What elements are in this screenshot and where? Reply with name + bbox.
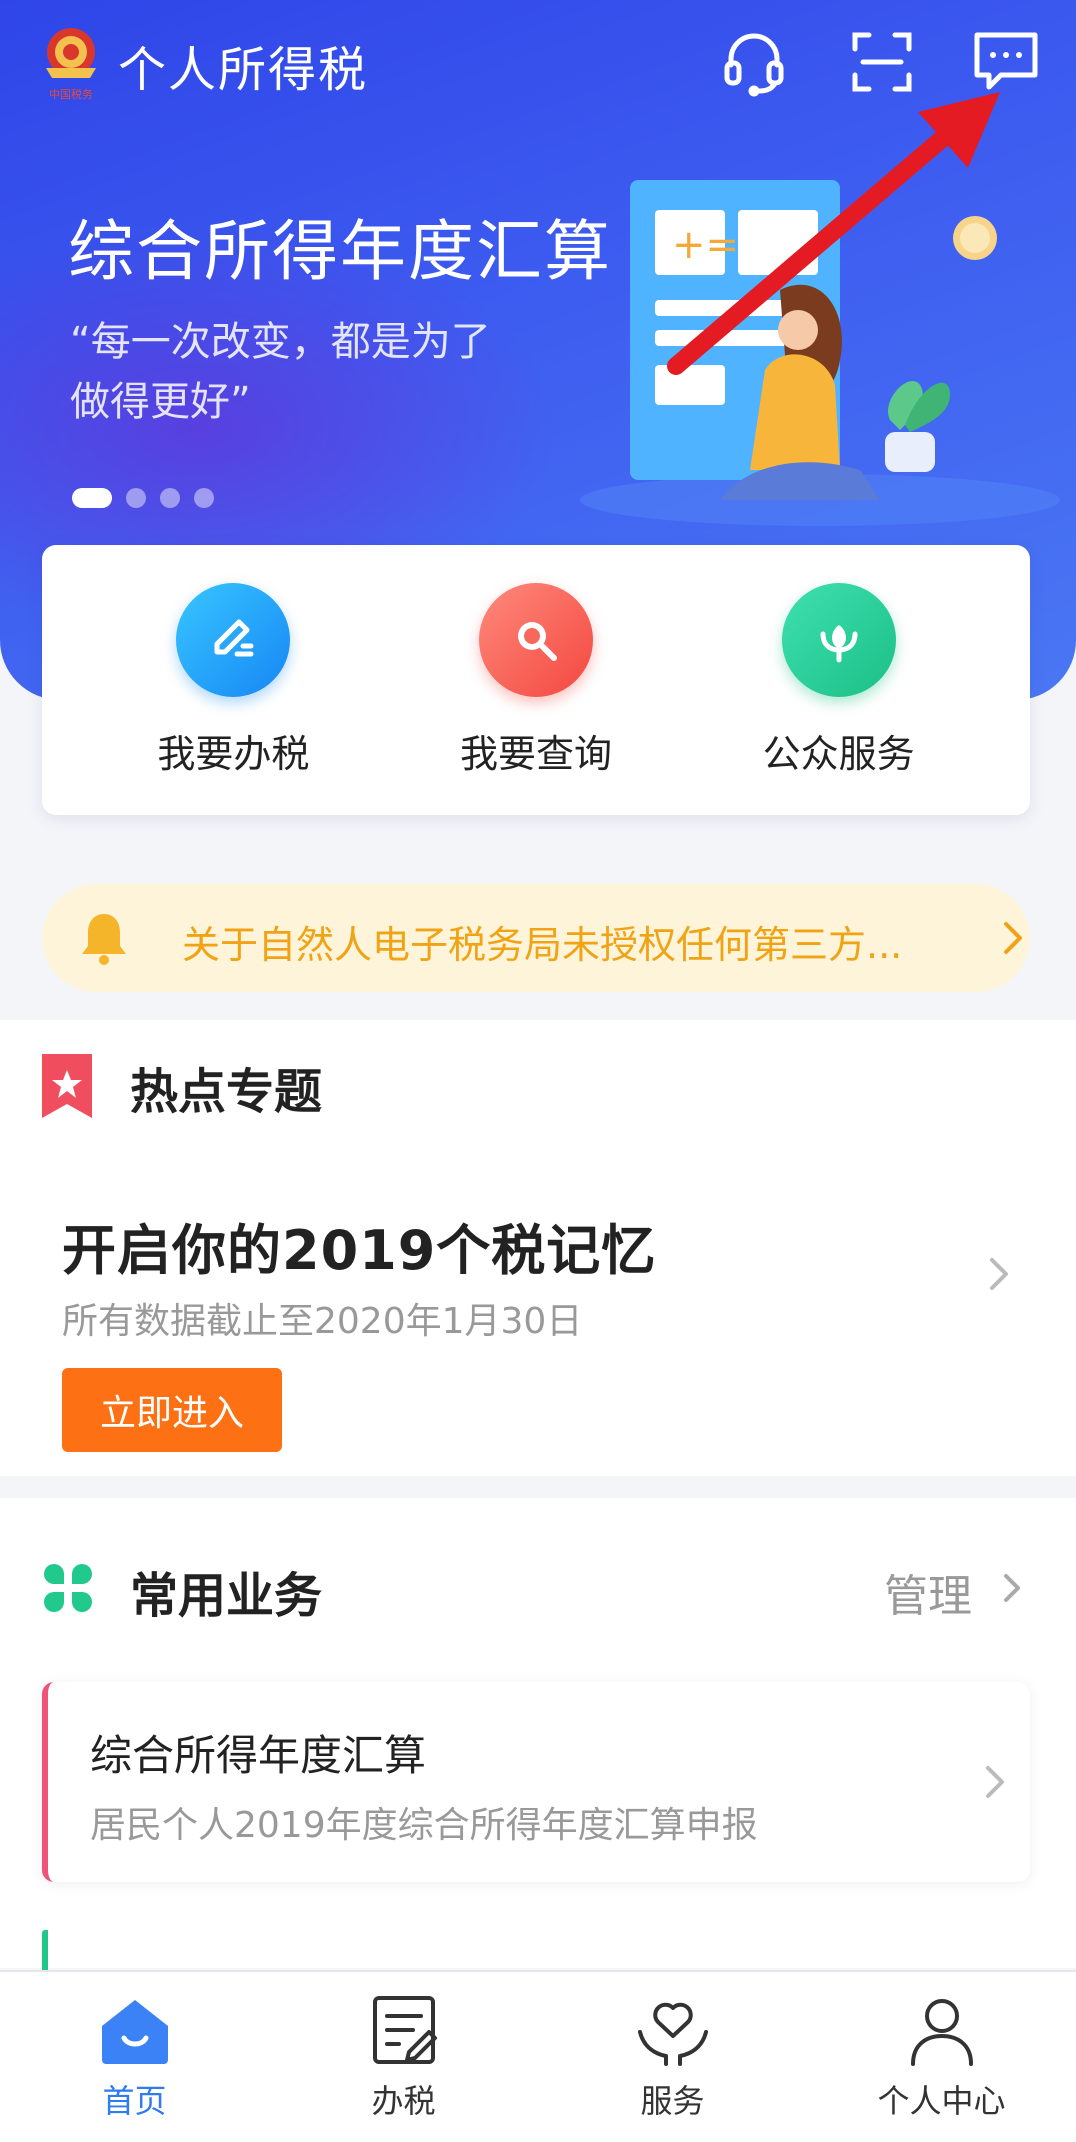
bottom-tab-bar: 首页 办税 服务 个人中心 — [0, 1970, 1076, 2142]
quick-action-query[interactable]: 我要查询 — [406, 582, 666, 778]
flower-icon — [781, 582, 896, 697]
chevron-right-icon — [986, 1766, 1004, 1798]
person-icon — [910, 1999, 973, 2066]
clover-grid-icon — [44, 1564, 92, 1612]
pencil-icon — [176, 582, 291, 697]
banner-title: 综合所得年度汇算 — [68, 213, 612, 290]
tax-form-icon — [372, 1996, 437, 2064]
app-title: 个人所得税 — [118, 42, 369, 98]
message-icon[interactable] — [968, 24, 1044, 100]
quick-action-do-tax[interactable]: 我要办税 — [103, 582, 363, 778]
carousel-dot[interactable] — [194, 488, 214, 508]
tab-personal-center[interactable]: 个人中心 — [807, 1972, 1076, 2142]
tab-home[interactable]: 首页 — [0, 1972, 269, 2142]
tab-label: 首页 — [102, 2082, 167, 2120]
common-business-title: 常用业务 — [130, 1568, 323, 1624]
manage-link[interactable]: 管理 — [884, 1560, 972, 1624]
chevron-right-icon[interactable] — [978, 1254, 1018, 1294]
tab-tax[interactable]: 办税 — [269, 1972, 538, 2142]
bell-icon — [82, 914, 126, 965]
svg-text:+=: += — [672, 222, 739, 268]
carousel-dot[interactable] — [160, 488, 180, 508]
tab-label: 服务 — [640, 2082, 705, 2120]
business-card-subtitle: 居民个人2019年度综合所得年度汇算申报 — [90, 1805, 758, 1846]
quick-action-label: 我要查询 — [459, 731, 612, 776]
quick-actions-card: 我要办税 我要查询 公众服务 — [42, 545, 1030, 815]
svg-text:中国税务: 中国税务 — [49, 87, 93, 101]
quick-action-public-service[interactable]: 公众服务 — [709, 582, 969, 778]
headset-icon[interactable] — [716, 24, 792, 100]
notice-bar[interactable]: 关于自然人电子税务局未授权任何第三方... — [42, 884, 1030, 992]
search-icon — [478, 582, 593, 697]
carousel-dot-active[interactable] — [72, 488, 112, 508]
quick-action-label: 我要办税 — [157, 731, 310, 776]
business-card-annual-settlement[interactable]: 综合所得年度汇算 居民个人2019年度综合所得年度汇算申报 — [42, 1682, 1030, 1882]
hot-topics-title: 热点专题 — [130, 1064, 323, 1120]
tab-label: 办税 — [371, 2082, 436, 2120]
scan-icon[interactable] — [844, 24, 920, 100]
topic-subtitle: 所有数据截止至2020年1月30日 — [62, 1301, 583, 1342]
banner-quote: “每一次改变，都是为了做得更好” — [70, 319, 491, 425]
tab-label: 个人中心 — [877, 2082, 1006, 2120]
home-icon — [101, 2000, 168, 2064]
tab-service[interactable]: 服务 — [538, 1972, 807, 2142]
chevron-right-icon — [1004, 922, 1022, 954]
notice-text: 关于自然人电子税务局未授权任何第三方... — [182, 923, 903, 967]
enter-now-button[interactable]: 立即进入 — [62, 1368, 282, 1452]
business-card-title: 综合所得年度汇算 — [90, 1731, 427, 1780]
chevron-right-icon[interactable] — [994, 1570, 1030, 1606]
tax-emblem-logo: 中国税务 — [46, 28, 96, 101]
heart-hands-icon — [637, 2002, 708, 2066]
topic-title[interactable]: 开启你的2019个税记忆 — [62, 1206, 656, 1285]
carousel-indicator[interactable] — [72, 488, 214, 508]
next-business-card-edge — [42, 1930, 48, 1970]
carousel-dot[interactable] — [126, 488, 146, 508]
bookmark-star-icon — [42, 1054, 92, 1118]
quick-action-label: 公众服务 — [762, 731, 915, 776]
top-bar: 中国税务 个人所得税 — [0, 0, 1076, 130]
